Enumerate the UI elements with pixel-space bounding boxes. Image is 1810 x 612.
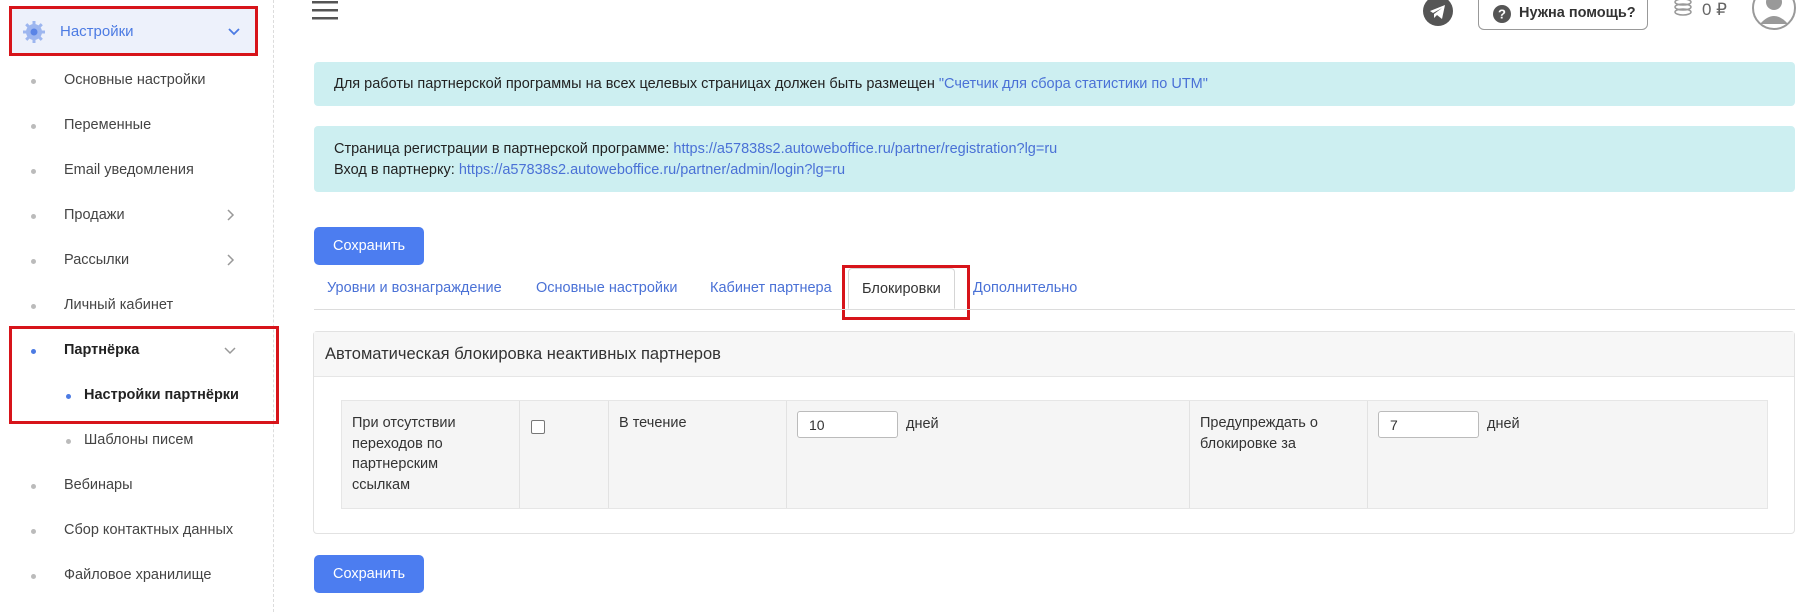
sidebar-item-sales[interactable]: Продажи bbox=[0, 204, 273, 228]
utm-counter-link[interactable]: "Счетчик для сбора статистики по UTM" bbox=[939, 76, 1208, 92]
sidebar-item-mailings[interactable]: Рассылки bbox=[0, 249, 273, 273]
help-button[interactable]: ? Нужна помощь? bbox=[1478, 0, 1648, 30]
sidebar-item-settings[interactable]: Настройки bbox=[10, 8, 256, 56]
save-button[interactable]: Сохранить bbox=[314, 227, 424, 265]
bullet bbox=[31, 259, 36, 264]
during-label: В течение bbox=[619, 415, 687, 431]
alert-text: Вход в партнерку: bbox=[334, 162, 459, 178]
tab-main-settings[interactable]: Основные настройки bbox=[536, 280, 677, 296]
bullet bbox=[31, 214, 36, 219]
sidebar-item-main-settings[interactable]: Основные настройки bbox=[0, 69, 273, 93]
sidebar-item-label: Переменные bbox=[64, 117, 152, 133]
sidebar-item-letter-templates[interactable]: Шаблоны писем bbox=[0, 429, 273, 453]
gear-icon bbox=[23, 21, 45, 43]
no-clicks-checkbox[interactable] bbox=[531, 420, 545, 434]
sidebar-item-label: Партнёрка bbox=[64, 342, 140, 358]
bullet bbox=[31, 574, 36, 579]
warn-days-unit: дней bbox=[1487, 416, 1520, 432]
label-line: переходов по bbox=[352, 435, 443, 452]
auto-block-panel: Автоматическая блокировка неактивных пар… bbox=[313, 331, 1795, 534]
alert-text: Страница регистрации в партнерской прогр… bbox=[334, 141, 674, 157]
partner-links-alert: Страница регистрации в партнерской прогр… bbox=[314, 126, 1795, 192]
tab-blocking[interactable]: Блокировки bbox=[848, 268, 955, 309]
label-line: При отсутствии bbox=[352, 415, 456, 431]
bullet bbox=[31, 349, 36, 354]
chevron-down-icon bbox=[224, 347, 236, 355]
help-button-label: Нужна помощь? bbox=[1519, 5, 1636, 21]
sidebar: Настройки Основные настройки Переменные … bbox=[0, 0, 274, 612]
question-icon: ? bbox=[1493, 5, 1511, 23]
bullet bbox=[31, 304, 36, 309]
sidebar-item-personal-cabinet[interactable]: Личный кабинет bbox=[0, 294, 273, 318]
during-label-cell: В течение bbox=[609, 401, 787, 508]
warn-days-input[interactable]: 7 bbox=[1378, 411, 1479, 438]
sidebar-item-label: Сбор контактных данных bbox=[64, 522, 234, 538]
registration-link[interactable]: https://a57838s2.autoweboffice.ru/partne… bbox=[673, 141, 1057, 157]
sidebar-item-label: Основные настройки bbox=[64, 72, 206, 88]
sidebar-item-label: Рассылки bbox=[64, 252, 130, 268]
sidebar-item-label: Настройки партнёрки bbox=[84, 387, 239, 403]
sidebar-item-file-storage[interactable]: Файловое хранилище bbox=[0, 564, 273, 588]
days-input-cell: 10 дней bbox=[787, 401, 1190, 508]
bullet bbox=[31, 79, 36, 84]
balance-amount: 0 ₽ bbox=[1702, 0, 1727, 19]
no-clicks-label-cell: При отсутствии переходов по партнерским … bbox=[342, 401, 520, 508]
sidebar-item-label: Вебинары bbox=[64, 477, 133, 493]
block-settings-row: При отсутствии переходов по партнерским … bbox=[341, 400, 1768, 509]
warn-days-input-cell: 7 дней bbox=[1368, 401, 1767, 508]
label-line: Предупреждать о bbox=[1200, 415, 1318, 431]
sidebar-item-label: Продажи bbox=[64, 207, 125, 223]
sidebar-item-email-notifications[interactable]: Email уведомления bbox=[0, 159, 273, 183]
chevron-right-icon bbox=[227, 209, 235, 221]
avatar[interactable] bbox=[1752, 0, 1796, 30]
bullet bbox=[31, 529, 36, 534]
warn-label-cell: Предупреждать о блокировке за bbox=[1190, 401, 1368, 508]
sidebar-item-variables[interactable]: Переменные bbox=[0, 114, 273, 138]
sidebar-item-partner-settings[interactable]: Настройки партнёрки bbox=[0, 384, 273, 408]
chevron-right-icon bbox=[227, 254, 235, 266]
coins-icon bbox=[1674, 0, 1692, 16]
sidebar-item-partnership[interactable]: Партнёрка bbox=[0, 339, 273, 363]
panel-title: Автоматическая блокировка неактивных пар… bbox=[314, 332, 1794, 377]
bullet bbox=[66, 394, 71, 399]
bullet bbox=[31, 484, 36, 489]
tabs: Уровни и вознаграждение Основные настрой… bbox=[314, 268, 1795, 310]
hamburger-menu-icon[interactable] bbox=[312, 0, 338, 22]
bullet bbox=[31, 124, 36, 129]
days-input[interactable]: 10 bbox=[797, 411, 898, 438]
sidebar-item-label: Личный кабинет bbox=[64, 297, 174, 313]
tab-partner-cabinet[interactable]: Кабинет партнера bbox=[710, 280, 832, 296]
alert-text: Для работы партнерской программы на всех… bbox=[334, 76, 939, 92]
checkbox-cell bbox=[520, 401, 609, 508]
sidebar-item-label: Шаблоны писем bbox=[84, 432, 194, 448]
sidebar-item-contact-collection[interactable]: Сбор контактных данных bbox=[0, 519, 273, 543]
save-button[interactable]: Сохранить bbox=[314, 555, 424, 593]
bullet bbox=[66, 439, 71, 444]
sidebar-item-webinars[interactable]: Вебинары bbox=[0, 474, 273, 498]
bullet bbox=[31, 169, 36, 174]
svg-text:?: ? bbox=[1498, 7, 1506, 22]
label-line: блокировке за bbox=[1200, 435, 1296, 452]
login-link[interactable]: https://a57838s2.autoweboffice.ru/partne… bbox=[459, 162, 845, 178]
label-line: ссылкам bbox=[352, 476, 411, 493]
utm-counter-alert: Для работы партнерской программы на всех… bbox=[314, 62, 1795, 106]
chevron-down-icon bbox=[228, 28, 240, 36]
sidebar-item-label: Файловое хранилище bbox=[64, 567, 212, 583]
tab-levels-rewards[interactable]: Уровни и вознаграждение bbox=[327, 280, 502, 296]
tab-additional[interactable]: Дополнительно bbox=[973, 280, 1077, 296]
label-line: партнерским bbox=[352, 456, 439, 472]
days-unit: дней bbox=[906, 416, 939, 432]
sidebar-item-label: Email уведомления bbox=[64, 162, 194, 178]
sidebar-item-label: Настройки bbox=[60, 23, 134, 40]
telegram-icon[interactable] bbox=[1423, 0, 1453, 26]
